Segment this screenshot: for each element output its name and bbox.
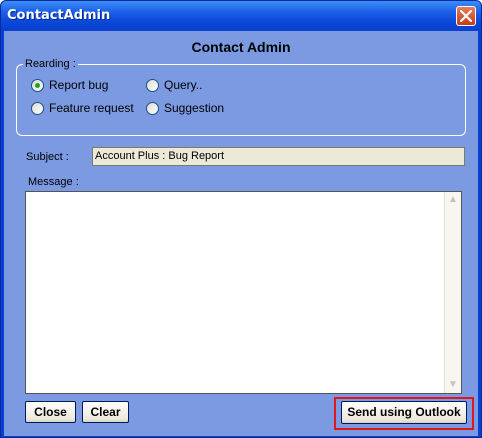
radio-circle-icon	[146, 79, 159, 92]
radio-circle-icon	[31, 102, 44, 115]
close-button[interactable]: Close	[25, 401, 76, 423]
subject-label: Subject :	[26, 151, 69, 163]
window-title: ContactAdmin	[7, 8, 111, 23]
clear-button[interactable]: Clear	[82, 401, 129, 423]
scroll-down-arrow-icon[interactable]: ▼	[445, 377, 461, 393]
message-label: Message :	[28, 176, 79, 188]
contact-admin-window: ContactAdmin Contact Admin Rearding : Re…	[0, 0, 482, 438]
radio-label: Feature request	[49, 101, 134, 115]
title-bar[interactable]: ContactAdmin	[1, 1, 481, 31]
regarding-label: Rearding :	[23, 58, 78, 70]
highlight-box	[334, 397, 474, 430]
radio-label: Report bug	[49, 78, 109, 92]
radio-circle-icon	[31, 79, 44, 92]
subject-field[interactable]: Account Plus : Bug Report	[92, 147, 465, 166]
dialog-heading: Contact Admin	[191, 39, 291, 55]
scroll-up-arrow-icon[interactable]: ▲	[445, 192, 461, 208]
regarding-groupbox	[16, 64, 466, 136]
message-textarea[interactable]: ▲ ▼	[25, 191, 462, 394]
close-x-icon	[460, 10, 472, 22]
radio-label: Query..	[164, 78, 203, 92]
dialog-body: Contact Admin Rearding : Report bug Quer…	[4, 31, 478, 436]
window-close-button[interactable]	[456, 6, 476, 26]
message-scrollbar[interactable]: ▲ ▼	[444, 192, 461, 393]
radio-label: Suggestion	[164, 101, 225, 115]
radio-circle-icon	[146, 102, 159, 115]
radio-selected-dot-icon	[35, 83, 40, 88]
